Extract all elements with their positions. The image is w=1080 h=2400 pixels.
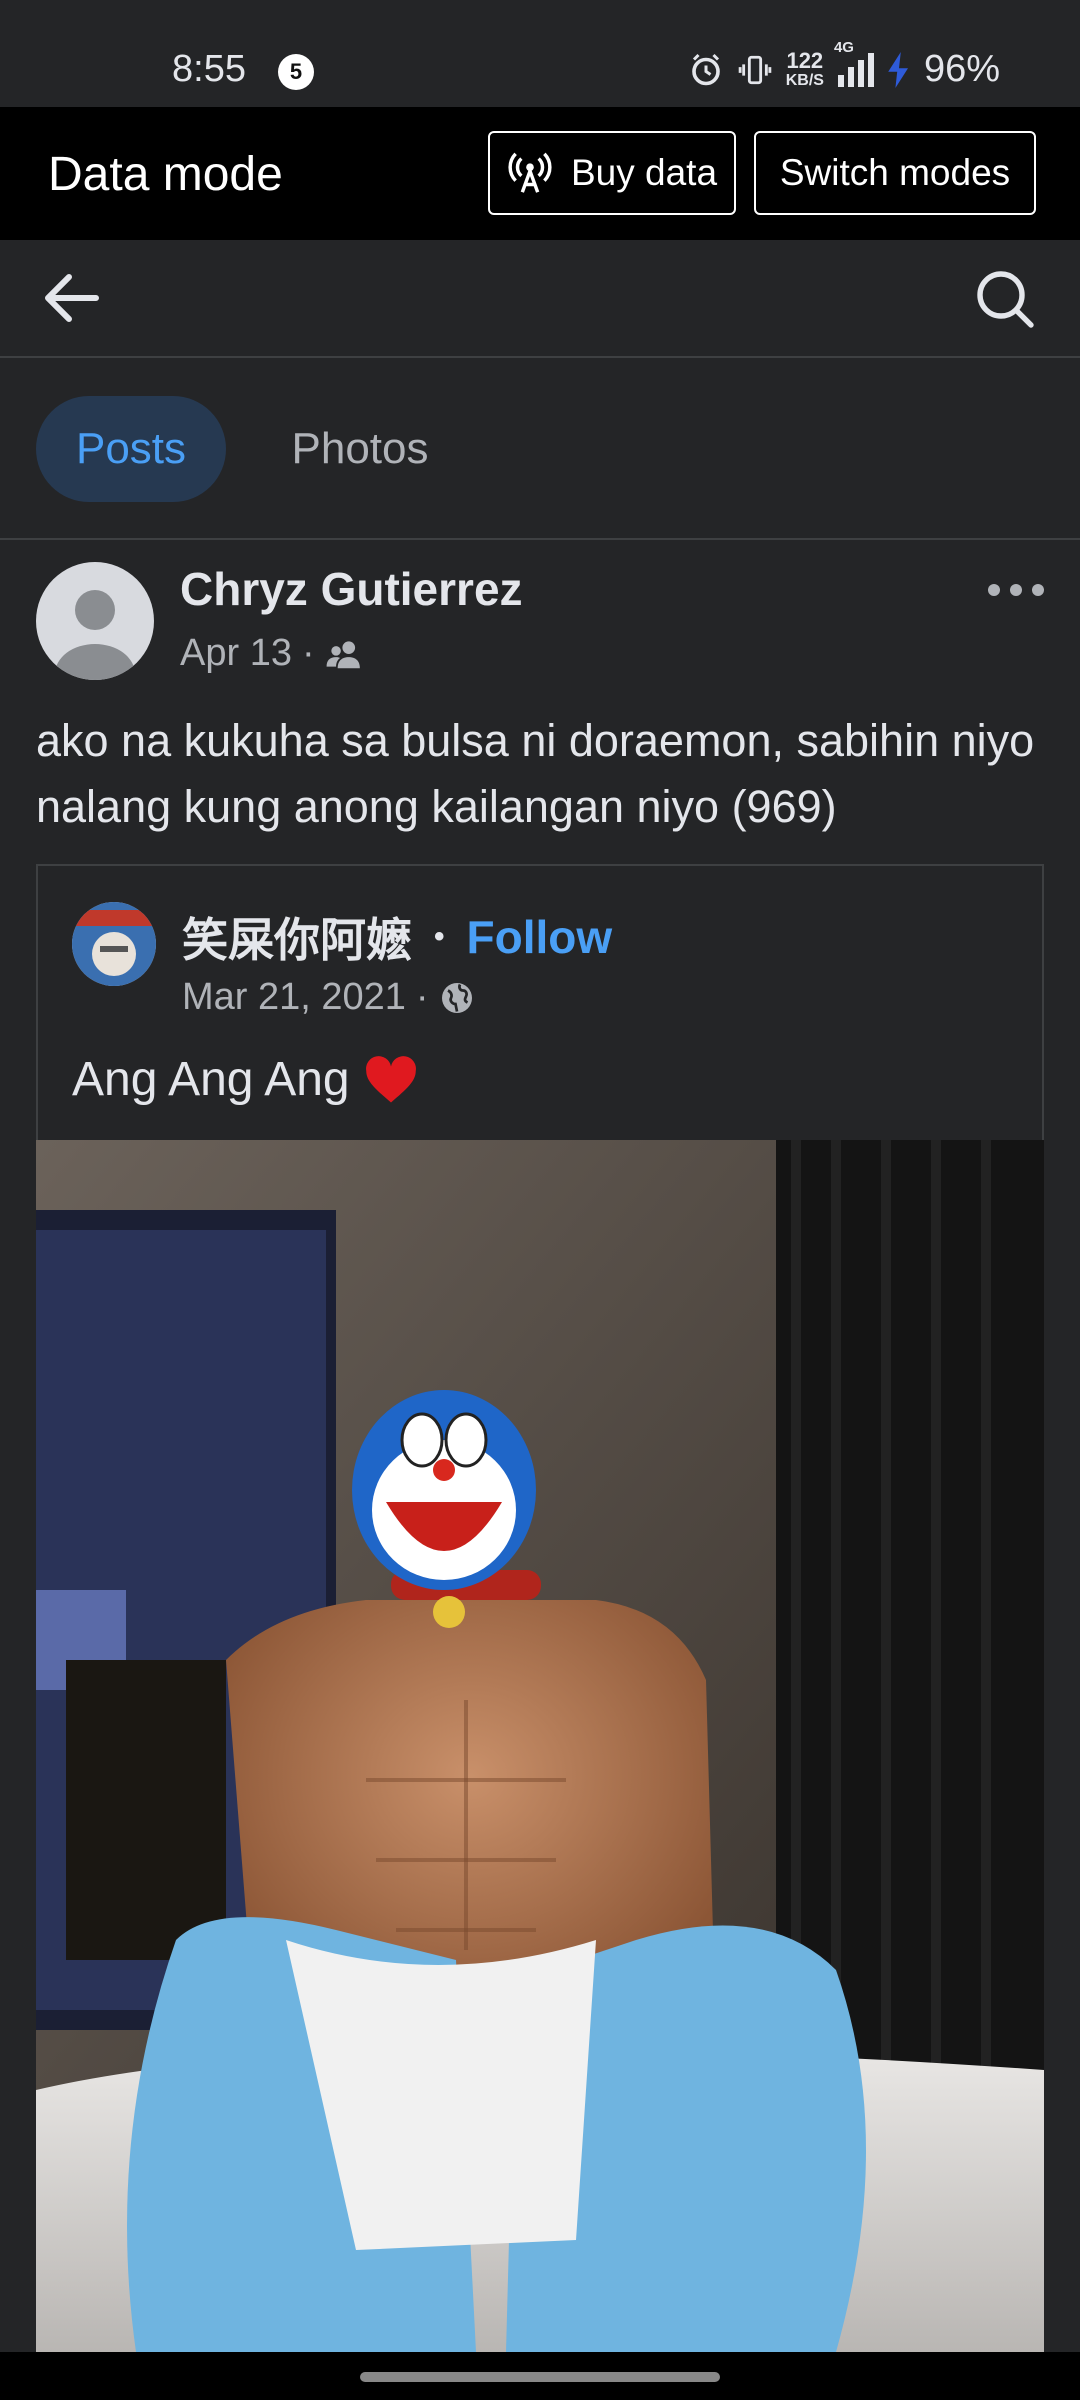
status-bar: 8:55 5 122 KB/S 4G 96%	[0, 0, 1080, 107]
photo-illustration	[36, 1140, 1044, 2352]
post-meta: Apr 13 ·	[180, 632, 363, 675]
globe-icon	[441, 982, 472, 1013]
alarm-icon	[691, 53, 720, 85]
post-author[interactable]: Chryz Gutierrez	[180, 562, 523, 616]
switch-modes-button[interactable]: Switch modes	[754, 131, 1036, 215]
battery-percent: 96%	[923, 48, 1000, 90]
home-indicator[interactable]	[360, 2372, 720, 2382]
shared-post-date[interactable]: Mar 21, 2021	[182, 976, 406, 1019]
post-caption: ako na kukuha sa bulsa ni doraemon, sabi…	[36, 715, 1035, 832]
shared-post-text-row: Ang Ang Ang	[72, 1052, 418, 1107]
more-options-icon[interactable]	[986, 580, 1046, 600]
tab-posts[interactable]: Posts	[36, 396, 226, 502]
default-avatar-icon	[55, 590, 135, 680]
shared-post-text: Ang Ang Ang	[72, 1053, 350, 1106]
shared-meta-separator: ·	[415, 976, 429, 1018]
shared-author-row: 笑屎你阿嬷 • Follow	[182, 904, 612, 970]
status-time: 8:55	[172, 48, 246, 90]
name-dot-separator: •	[434, 920, 445, 953]
meta-separator: ·	[301, 632, 315, 674]
buy-data-label: Buy data	[570, 152, 718, 193]
back-arrow-icon[interactable]	[36, 262, 108, 334]
shared-avatar-image	[72, 902, 156, 986]
profile-tabs: Posts Photos	[0, 358, 1080, 540]
switch-modes-label: Switch modes	[779, 152, 1011, 193]
cell-signal-icon: 4G	[834, 39, 874, 87]
post-date[interactable]: Apr 13	[180, 632, 292, 675]
vibrate-icon	[738, 55, 771, 84]
status-icons: 122 KB/S 4G 96%	[688, 39, 1000, 91]
tab-photos[interactable]: Photos	[250, 396, 470, 502]
shared-author-avatar[interactable]	[72, 902, 156, 986]
avatar[interactable]	[36, 562, 154, 680]
gesture-bar	[0, 2352, 1080, 2400]
follow-button[interactable]: Follow	[467, 910, 613, 964]
search-icon[interactable]	[968, 262, 1040, 334]
notification-count-badge: 5	[278, 54, 314, 90]
friends-icon	[326, 640, 360, 668]
antenna-icon	[508, 152, 552, 193]
charging-icon	[888, 51, 908, 88]
heart-emoji-icon	[365, 1055, 416, 1102]
network-type: 4G	[833, 38, 854, 56]
data-mode-title: Data mode	[48, 148, 283, 201]
buy-data-button[interactable]: Buy data	[488, 131, 736, 215]
data-mode-banner: Data mode Buy data Switch modes	[0, 107, 1080, 240]
shared-author-name[interactable]: 笑屎你阿嬷	[182, 904, 412, 970]
network-speed: 122 KB/S	[785, 48, 824, 90]
shared-photo[interactable]	[36, 1140, 1044, 2352]
shared-post[interactable]: 笑屎你阿嬷 • Follow Mar 21, 2021 · Ang Ang An…	[36, 864, 1044, 1140]
shared-post-meta: Mar 21, 2021 ·	[182, 976, 475, 1019]
top-navigation	[0, 240, 1080, 358]
